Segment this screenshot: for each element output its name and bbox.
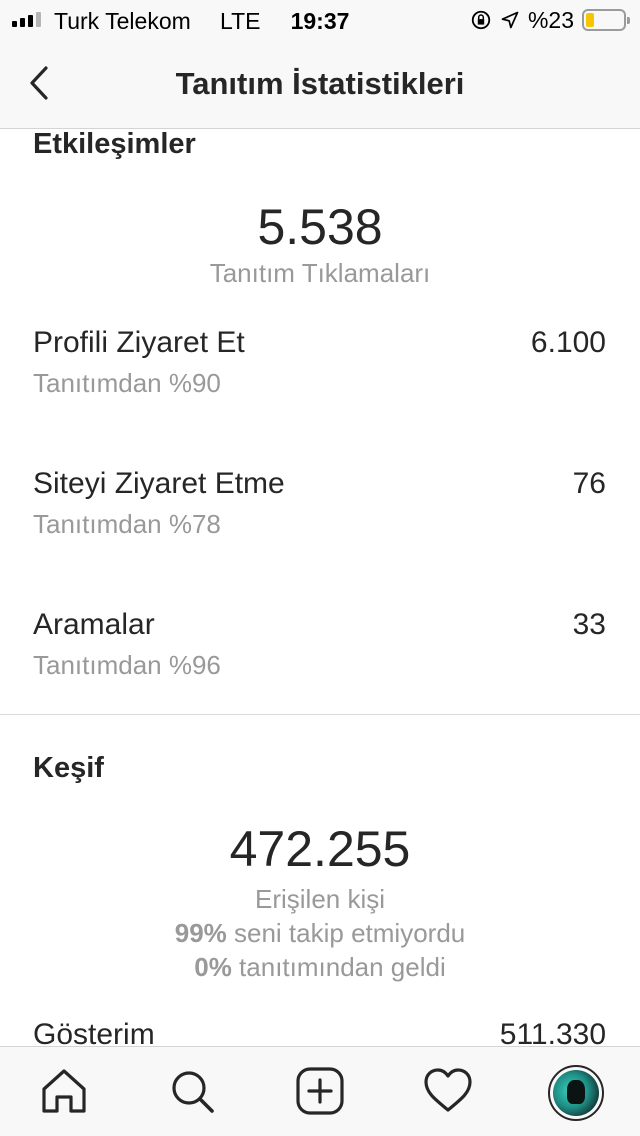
from-promotion-stat: 0% tanıtımından geldi	[0, 952, 640, 983]
not-following-percent: 99%	[174, 918, 227, 948]
status-bar: Turk Telekom LTE 19:37 %23	[0, 0, 640, 40]
reach-value: 472.255	[229, 821, 411, 877]
metric-label: Siteyi Ziyaret Etme	[33, 467, 285, 500]
reach-label: Erişilen kişi	[254, 884, 386, 914]
heart-icon	[424, 1068, 472, 1112]
tab-profile-avatar[interactable]	[548, 1065, 604, 1121]
not-following-stat: 99% seni takip etmiyordu	[0, 918, 640, 949]
search-icon	[172, 1071, 214, 1113]
section-divider	[0, 714, 640, 715]
battery-level-fill	[586, 13, 594, 27]
metric-value: 6.100	[530, 326, 606, 359]
discovery-section-title: Keşif	[33, 752, 104, 784]
tab-search[interactable]	[166, 1065, 218, 1117]
battery-percent: %23	[527, 6, 574, 33]
from-promotion-text: tanıtımından geldi	[239, 952, 446, 982]
add-post-icon	[296, 1067, 344, 1115]
rotation-lock-icon	[471, 10, 491, 30]
navigation-bar: Tanıtım İstatistikleri	[0, 40, 640, 129]
metric-label: Gösterim	[33, 1018, 155, 1046]
metric-subtitle: Tanıtımdan %78	[33, 509, 221, 539]
metric-row-impressions[interactable]: Gösterim 511.330	[0, 1018, 640, 1046]
tab-bar	[0, 1046, 640, 1136]
tab-home[interactable]	[38, 1065, 90, 1117]
from-promotion-percent: 0%	[194, 952, 232, 982]
metric-value: 76	[572, 467, 606, 500]
profile-avatar	[553, 1070, 599, 1116]
metric-label: Profili Ziyaret Et	[33, 326, 245, 359]
metric-row-website-visits[interactable]: Siteyi Ziyaret Etme 76 Tanıtımdan %78	[0, 467, 640, 557]
tab-new-post[interactable]	[294, 1065, 346, 1117]
metric-subtitle: Tanıtımdan %90	[33, 368, 221, 398]
home-icon	[42, 1069, 86, 1113]
metric-label: Aramalar	[33, 608, 155, 641]
page-title: Tanıtım İstatistikleri	[175, 66, 465, 101]
insights-content[interactable]: Etkileşimler 5.538 Tanıtım Tıklamaları P…	[0, 130, 640, 1046]
not-following-text: seni takip etmiyordu	[234, 918, 466, 948]
interactions-section-title: Etkileşimler	[33, 130, 196, 160]
tab-activity[interactable]	[422, 1065, 474, 1117]
metric-value: 33	[572, 608, 606, 641]
battery-icon	[582, 9, 630, 31]
location-arrow-icon	[501, 11, 519, 29]
metric-value: 511.330	[499, 1018, 606, 1046]
promotion-clicks-label: Tanıtım Tıklamaları	[209, 258, 431, 288]
metric-subtitle: Tanıtımdan %96	[33, 650, 221, 680]
promotion-clicks-value: 5.538	[257, 199, 383, 255]
metric-row-profile-visits[interactable]: Profili Ziyaret Et 6.100 Tanıtımdan %90	[0, 326, 640, 416]
metric-row-calls[interactable]: Aramalar 33 Tanıtımdan %96	[0, 608, 640, 698]
status-icons: %23	[470, 6, 630, 34]
